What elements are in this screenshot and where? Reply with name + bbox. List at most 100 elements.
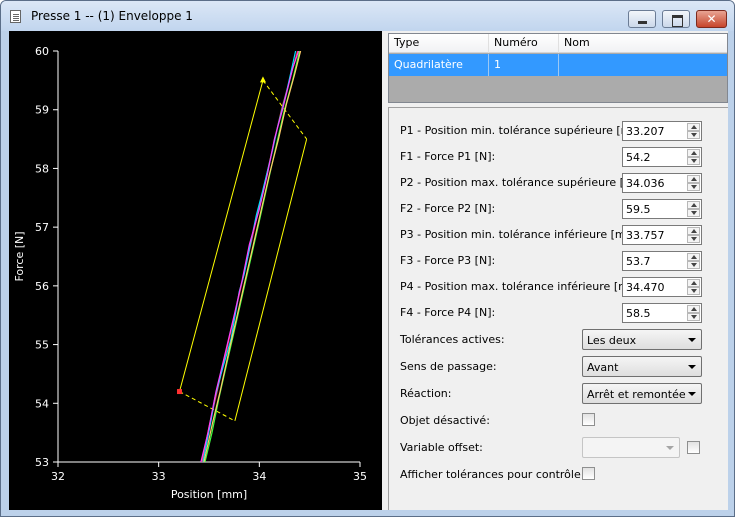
status-bar [9,510,728,516]
f1-spinner[interactable] [687,149,700,165]
reaction-value: Arrêt et remontée [587,388,686,401]
reaction-label: Réaction: [400,387,452,400]
cell-nom [559,54,727,76]
p4-spinner[interactable] [687,279,700,295]
curve-series-3 [204,51,301,462]
chevron-down-icon [688,338,696,342]
title-bar[interactable]: Presse 1 -- (1) Enveloppe 1 ✕ [1,1,734,31]
p2-value: 34.036 [626,177,665,190]
p3-input[interactable]: 33.757 [622,225,702,245]
force-position-plot[interactable]: 32 33 34 35 53 54 55 56 57 58 59 60 Position [mm] For… [9,31,382,510]
spin-up-icon[interactable] [687,279,700,287]
p4-label: P4 - Position max. tolérance inférieure … [400,280,648,293]
f3-input[interactable]: 53.7 [622,251,702,271]
f3-value: 53.7 [626,255,651,268]
chart-svg: 32 33 34 35 53 54 55 56 57 58 59 60 Position [mm] For… [13,45,367,501]
p1-value: 33.207 [626,125,665,138]
client-area: 32 33 34 35 53 54 55 56 57 58 59 60 Position [mm] For… [9,31,728,510]
spin-down-icon[interactable] [687,209,700,217]
y-tick-label-4: 57 [35,221,49,234]
cell-numero: 1 [489,54,559,76]
tolerances-label: Tolérances actives: [400,333,505,346]
tolerances-select[interactable]: Les deux [582,329,702,350]
y-tick-label-6: 59 [35,104,49,117]
x-tick-label-2: 34 [252,470,266,483]
properties-panel: P1 - Position min. tolérance supérieure … [388,107,728,510]
y-tick-label-0: 53 [35,456,49,469]
spin-up-icon[interactable] [687,201,700,209]
p2-input[interactable]: 34.036 [622,173,702,193]
f4-value: 58.5 [626,307,651,320]
variable-checkbox[interactable] [687,441,700,454]
maximize-button[interactable] [662,10,690,28]
y-tick-label-2: 55 [35,339,49,352]
envelope-p2-arrow [259,76,266,83]
envelope-edge-upper [179,80,264,392]
x-tick-label-3: 35 [353,470,367,483]
f4-label: F4 - Force P4 [N]: [400,306,496,319]
y-axis-label: Force [N] [13,231,26,281]
p1-spinner[interactable] [687,123,700,139]
column-header-nom[interactable]: Nom [559,34,727,53]
f3-label: F3 - Force P3 [N]: [400,254,496,267]
p1-input[interactable]: 33.207 [622,121,702,141]
y-tick-label-5: 58 [35,162,49,175]
p2-spinner[interactable] [687,175,700,191]
p3-label: P3 - Position min. tolérance inférieure … [400,228,645,241]
spin-down-icon[interactable] [687,131,700,139]
spin-up-icon[interactable] [687,253,700,261]
x-tick-label-0: 32 [51,470,65,483]
grid-header: Type Numéro Nom [389,34,727,53]
column-header-type[interactable]: Type [389,34,489,53]
f2-input[interactable]: 59.5 [622,199,702,219]
curve-series-4 [203,51,302,462]
variable-select[interactable] [582,437,680,458]
f4-spinner[interactable] [687,305,700,321]
spin-up-icon[interactable] [687,149,700,157]
envelope-edge-entry [179,391,236,422]
y-tick-label-1: 54 [35,397,49,410]
afficher-checkbox[interactable] [582,467,595,480]
spin-down-icon[interactable] [687,235,700,243]
spin-up-icon[interactable] [687,305,700,313]
spin-down-icon[interactable] [687,183,700,191]
p3-spinner[interactable] [687,227,700,243]
x-tick-label-1: 33 [152,470,166,483]
window-title: Presse 1 -- (1) Enveloppe 1 [31,9,193,23]
p1-label: P1 - Position min. tolérance supérieure … [400,124,651,137]
close-button[interactable]: ✕ [696,10,727,28]
objet-checkbox[interactable] [582,413,595,426]
objet-label: Objet désactivé: [400,414,490,427]
f2-label: F2 - Force P2 [N]: [400,202,496,215]
spin-up-icon[interactable] [687,175,700,183]
f3-spinner[interactable] [687,253,700,269]
f4-input[interactable]: 58.5 [622,303,702,323]
spin-down-icon[interactable] [687,287,700,295]
spin-up-icon[interactable] [687,227,700,235]
variable-label: Variable offset: [400,441,483,454]
p2-label: P2 - Position max. tolérance supérieure … [400,176,654,189]
spin-down-icon[interactable] [687,261,700,269]
column-header-numero[interactable]: Numéro [489,34,559,53]
p4-value: 34.470 [626,281,665,294]
f1-value: 54.2 [626,151,651,164]
afficher-label: Afficher tolérances pour contrôle: [400,468,585,481]
p4-input[interactable]: 34.470 [622,277,702,297]
chevron-down-icon [688,392,696,396]
tolerances-value: Les deux [587,334,637,347]
sens-select[interactable]: Avant [582,356,702,377]
table-row[interactable]: Quadrilatère 1 [389,54,727,76]
spin-up-icon[interactable] [687,123,700,131]
f2-value: 59.5 [626,203,651,216]
spin-down-icon[interactable] [687,157,700,165]
document-icon [10,10,21,23]
f2-spinner[interactable] [687,201,700,217]
objects-grid: Type Numéro Nom Quadrilatère 1 [388,33,728,103]
chevron-down-icon [688,365,696,369]
main-window: Presse 1 -- (1) Enveloppe 1 ✕ 32 33 34 35 53… [0,0,735,517]
f1-input[interactable]: 54.2 [622,147,702,167]
x-axis-label: Position [mm] [171,488,247,501]
spin-down-icon[interactable] [687,313,700,321]
reaction-select[interactable]: Arrêt et remontée [582,383,702,404]
minimize-button[interactable] [628,10,656,28]
